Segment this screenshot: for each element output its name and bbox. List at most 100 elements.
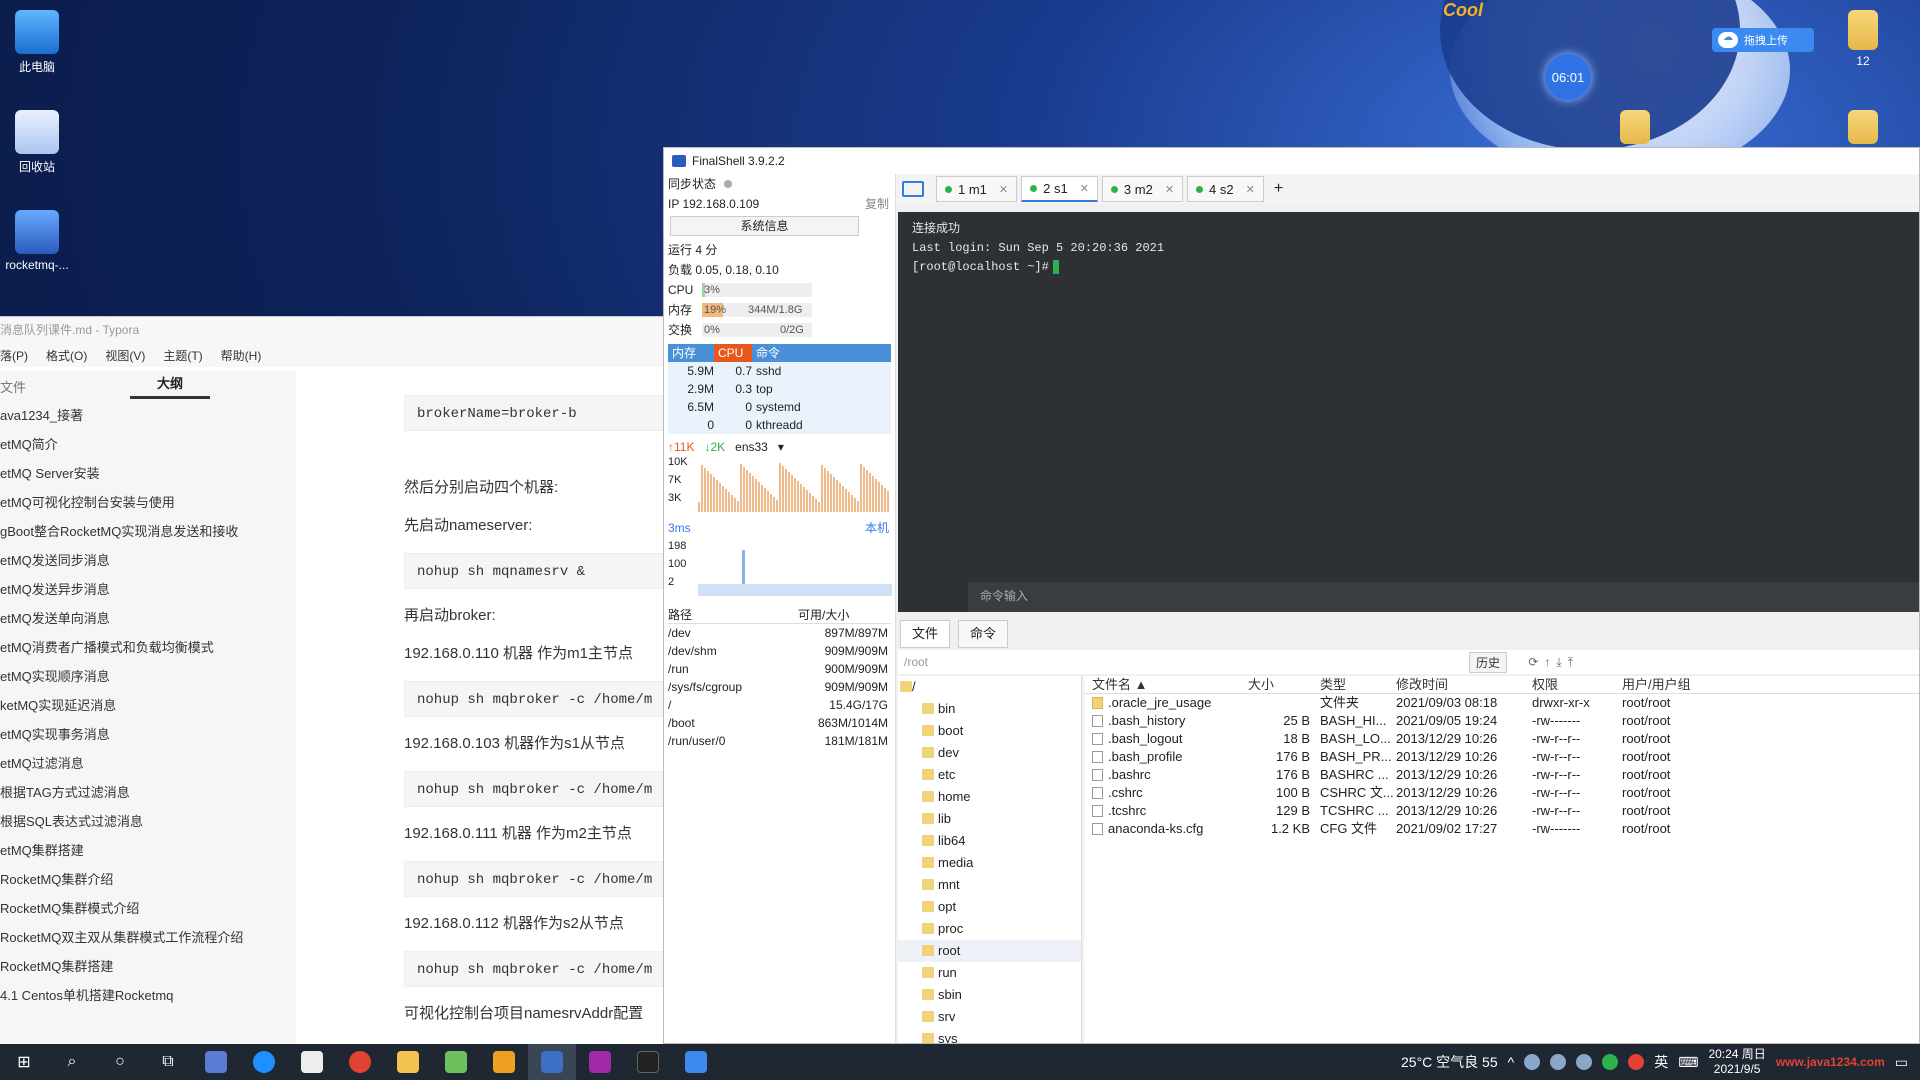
upload-icon[interactable]: ⤒ [1568,655,1579,669]
notification-icon[interactable]: ▭ [1895,1054,1908,1071]
outline-item[interactable]: ava1234_接著 [0,401,296,430]
weather[interactable]: 25°C 空气良 55 [1401,1052,1498,1072]
disk-row[interactable]: /boot 863M/1014M [668,714,891,732]
close-icon[interactable]: ✕ [999,183,1008,196]
taskbar-chrome[interactable] [336,1044,384,1080]
disk-row[interactable]: /dev 897M/897M [668,624,891,642]
tree-node[interactable]: bin [898,698,1081,720]
tray-icon[interactable] [1550,1054,1567,1070]
net-interface-select[interactable]: ens33 [735,440,768,454]
tray-icon[interactable] [1524,1054,1541,1070]
terminal[interactable]: 连接成功 Last login: Sun Sep 5 20:20:36 2021… [898,212,1919,612]
file-row[interactable]: .tcshrc 129 B TCSHRC ... 2013/12/29 10:2… [1084,802,1919,820]
outline-item[interactable]: etMQ实现顺序消息 [0,662,296,691]
outline-item[interactable]: 4.1 Centos单机搭建Rocketmq [0,981,296,1010]
desktop-icon-archive[interactable]: rocketmq-... [2,210,72,272]
disk-row[interactable]: /run 900M/909M [668,660,891,678]
outline-item[interactable]: etMQ集群搭建 [0,836,296,865]
disk-row[interactable]: / 15.4G/17G [668,696,891,714]
chevron-down-icon[interactable]: ▾ [778,440,784,454]
tree-node[interactable]: run [898,962,1081,984]
tree-node[interactable]: home [898,786,1081,808]
disk-row[interactable]: /run/user/0 181M/181M [668,732,891,750]
tree-node[interactable]: srv [898,1006,1081,1028]
outline-item[interactable]: RocketMQ集群介绍 [0,865,296,894]
outline-item[interactable]: RocketMQ集群搭建 [0,952,296,981]
session-tab[interactable]: 4 s2 ✕ [1187,176,1264,202]
tray-icon[interactable] [1628,1054,1645,1070]
desktop-icon-file[interactable] [1600,110,1670,148]
tree-node[interactable]: lib [898,808,1081,830]
session-tab[interactable]: 2 s1 ✕ [1021,176,1098,202]
file-row[interactable]: .bash_history 25 B BASH_HI... 2021/09/05… [1084,712,1919,730]
path-input[interactable]: /root [904,655,928,669]
folder-open-icon[interactable] [902,181,924,197]
outline-item[interactable]: RocketMQ集群模式介绍 [0,894,296,923]
file-row[interactable]: anaconda-ks.cfg 1.2 KB CFG 文件 2021/09/02… [1084,820,1919,838]
file-row[interactable]: .bash_profile 176 B BASH_PR... 2013/12/2… [1084,748,1919,766]
outline-item[interactable]: etMQ可视化控制台安装与使用 [0,488,296,517]
taskbar-cloud[interactable] [672,1044,720,1080]
outline-item[interactable]: gBoot整合RocketMQ实现消息发送和接收 [0,517,296,546]
disk-row[interactable]: /sys/fs/cgroup 909M/909M [668,678,891,696]
tree-node[interactable]: lib64 [898,830,1081,852]
outline-item[interactable]: etMQ发送同步消息 [0,546,296,575]
cortana-button[interactable]: ○ [96,1044,144,1080]
tray-icon[interactable] [1576,1054,1593,1070]
outline-item[interactable]: RocketMQ双主双从集群模式工作流程介绍 [0,923,296,952]
tree-node[interactable]: dev [898,742,1081,764]
tab-outline[interactable]: 大纲 [130,373,210,399]
tab-files[interactable]: 文件 [900,620,950,648]
taskbar-typora[interactable] [288,1044,336,1080]
refresh-icon[interactable]: ⟳ [1528,655,1544,669]
desktop-icon-recycle-bin[interactable]: 回收站 [2,110,72,175]
tree-node[interactable]: sbin [898,984,1081,1006]
disk-row[interactable]: /dev/shm 909M/909M [668,642,891,660]
desktop-icon-folder[interactable]: 12 [1828,10,1898,68]
add-tab-button[interactable]: + [1274,180,1283,198]
menu-help[interactable]: 帮助(H) [221,347,262,364]
file-row[interactable]: .cshrc 100 B CSHRC 文... 2013/12/29 10:26… [1084,784,1919,802]
process-row[interactable]: 2.9M 0.3 top [668,380,891,398]
start-button[interactable]: ⊞ [0,1044,48,1080]
outline-item[interactable]: etMQ实现事务消息 [0,720,296,749]
outline-item[interactable]: etMQ简介 [0,430,296,459]
session-tab[interactable]: 1 m1 ✕ [936,176,1018,202]
download-icon[interactable]: ⤓ [1556,655,1567,669]
menu-paragraph[interactable]: 落(P) [0,347,28,364]
outline-item[interactable]: 根据SQL表达式过滤消息 [0,807,296,836]
col-memory[interactable]: 内存 [668,344,714,362]
command-input[interactable]: 命令输入 [968,582,1919,612]
taskbar-app-2[interactable] [480,1044,528,1080]
taskbar-intellij[interactable] [576,1044,624,1080]
copy-ip-button[interactable]: 复制 [865,194,889,214]
close-icon[interactable]: ✕ [1165,183,1174,196]
taskbar-clock[interactable]: 20:24 周日 2021/9/5 [1708,1047,1765,1077]
tab-files[interactable]: 文件 [0,377,130,396]
tree-node[interactable]: mnt [898,874,1081,896]
process-row[interactable]: 5.9M 0.7 sshd [668,362,891,380]
taskbar-terminal[interactable] [624,1044,672,1080]
desktop-icon-file-2[interactable] [1828,110,1898,148]
outline-item[interactable]: etMQ发送单向消息 [0,604,296,633]
session-tab[interactable]: 3 m2 ✕ [1101,176,1184,202]
task-view-button[interactable]: ⧉ [144,1044,192,1080]
ime-indicator[interactable]: 英 [1654,1052,1668,1072]
search-button[interactable]: ⌕ [48,1044,96,1080]
tree-node[interactable]: root [898,940,1081,962]
tab-commands[interactable]: 命令 [958,620,1008,648]
up-icon[interactable]: ↑ [1544,655,1556,669]
tree-node[interactable]: etc [898,764,1081,786]
tree-node[interactable]: opt [898,896,1081,918]
history-button[interactable]: 历史 [1468,651,1507,673]
tree-node[interactable]: sys [898,1028,1081,1043]
tree-node[interactable]: / [898,676,1081,698]
process-row[interactable]: 6.5M 0 systemd [668,398,891,416]
file-row[interactable]: .oracle_jre_usage 文件夹 2021/09/03 08:18 d… [1084,694,1919,712]
wechat-icon[interactable] [1602,1054,1619,1070]
taskbar-notepad[interactable] [432,1044,480,1080]
outline-item[interactable]: 根据TAG方式过滤消息 [0,778,296,807]
menu-view[interactable]: 视图(V) [105,347,145,364]
outline-item[interactable]: etMQ Server安装 [0,459,296,488]
tree-node[interactable]: boot [898,720,1081,742]
